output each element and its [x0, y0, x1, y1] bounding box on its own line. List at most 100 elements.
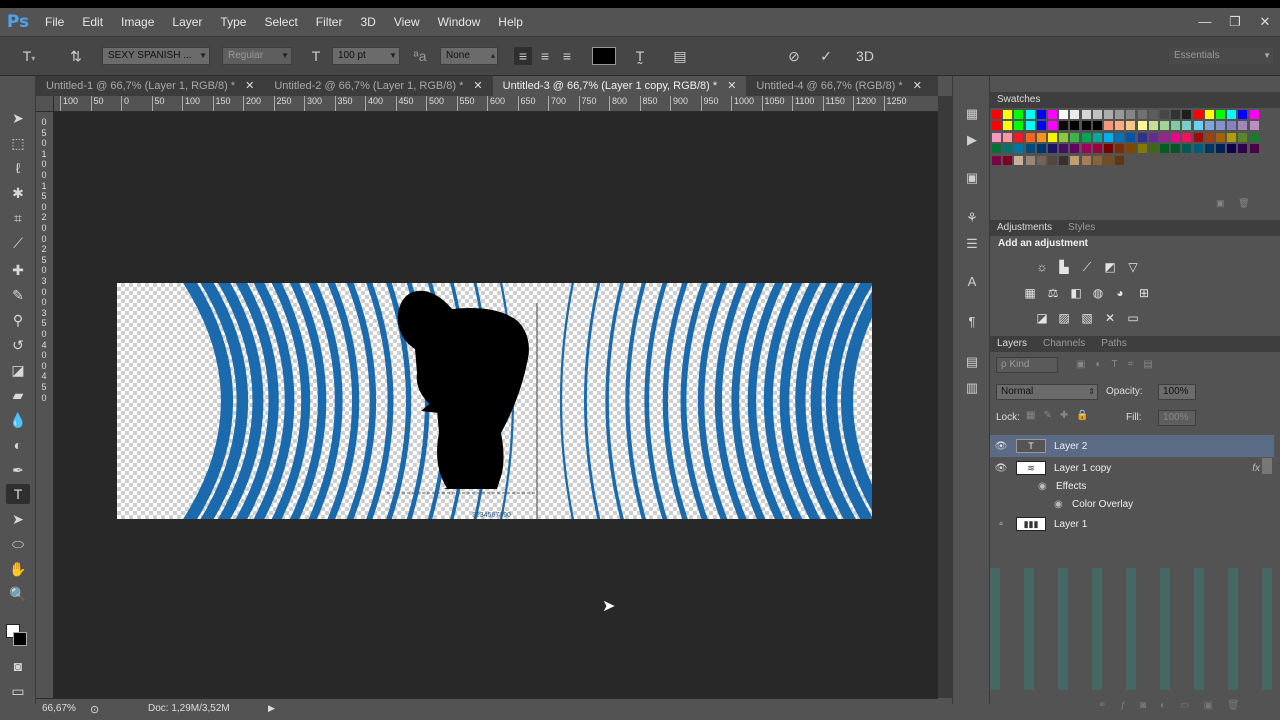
color-swatch[interactable] — [1171, 110, 1182, 120]
marquee-tool-icon[interactable]: ⬚ — [6, 133, 30, 153]
color-swatch[interactable] — [1036, 144, 1047, 155]
color-swatch[interactable] — [1070, 110, 1081, 120]
type-tool-icon[interactable]: T — [6, 484, 30, 504]
quick-select-tool-icon[interactable]: ✱ — [6, 183, 30, 203]
color-swatch[interactable] — [1070, 132, 1081, 143]
color-swatch[interactable] — [1014, 110, 1025, 120]
color-swatch[interactable] — [1003, 132, 1014, 143]
color-swatch[interactable] — [1126, 121, 1137, 132]
color-swatch[interactable] — [1249, 121, 1260, 132]
color-swatch[interactable] — [1070, 155, 1081, 166]
eye-icon[interactable]: 👁 — [990, 463, 1012, 474]
black-white-icon[interactable]: ◧ — [1068, 286, 1084, 300]
color-swatch[interactable] — [1003, 144, 1014, 155]
color-swatch[interactable] — [1160, 132, 1170, 143]
document-canvas[interactable]: 3234567890 — [117, 283, 872, 519]
horizontal-ruler[interactable]: 100 50 0 50 100 150 200 250 300 350 400 450 500 550 60… — [54, 96, 938, 112]
color-swatch[interactable] — [992, 110, 1002, 120]
invert-icon[interactable]: ◪ — [1034, 311, 1050, 325]
vertical-ruler[interactable]: 050100150200250300350400450 — [36, 112, 54, 698]
color-swatch[interactable] — [1171, 121, 1182, 132]
color-swatch[interactable] — [1171, 144, 1182, 155]
info-panel-icon[interactable]: ▤ — [962, 352, 982, 372]
menu-layer[interactable]: Layer — [163, 8, 211, 36]
move-tool-icon[interactable]: ➤ — [6, 108, 30, 128]
color-swatch[interactable] — [1137, 132, 1148, 143]
history-panel-icon[interactable]: ▦ — [962, 104, 982, 124]
align-right-icon[interactable]: ≡ — [558, 47, 576, 65]
color-swatch[interactable] — [992, 132, 1002, 143]
tab-swatches[interactable]: Swatches — [997, 92, 1040, 108]
warp-text-icon[interactable]: T̰ — [630, 47, 650, 65]
color-swatch[interactable] — [1048, 144, 1058, 155]
brush-panel-icon[interactable]: ⚘ — [962, 208, 982, 228]
crop-tool-icon[interactable]: ⌗ — [6, 208, 30, 228]
properties-panel-icon[interactable]: ▣ — [962, 168, 982, 188]
background-color-swatch[interactable] — [13, 632, 27, 646]
color-swatch[interactable] — [1104, 110, 1114, 120]
menu-window[interactable]: Window — [429, 8, 490, 36]
vertical-scrollbar[interactable] — [938, 96, 952, 698]
color-swatch[interactable] — [1104, 144, 1114, 155]
color-swatch[interactable] — [1193, 144, 1204, 155]
color-swatch[interactable] — [1048, 155, 1058, 166]
color-swatch[interactable] — [1249, 132, 1260, 143]
restore-button[interactable]: ❐ — [1220, 8, 1250, 36]
color-swatch[interactable] — [1059, 132, 1070, 143]
eye-icon[interactable]: ◉ — [1054, 499, 1072, 510]
color-swatch[interactable] — [1238, 110, 1249, 120]
menu-help[interactable]: Help — [489, 8, 532, 36]
color-swatch[interactable] — [1204, 121, 1215, 132]
color-swatch[interactable] — [1182, 132, 1193, 143]
text-color-swatch[interactable] — [592, 47, 616, 65]
color-swatch[interactable] — [1092, 144, 1103, 155]
color-swatch[interactable] — [1204, 144, 1215, 155]
color-swatch[interactable] — [1193, 110, 1204, 120]
photo-filter-icon[interactable]: ◍ — [1090, 286, 1106, 300]
pen-tool-icon[interactable]: ✒ — [6, 460, 30, 480]
close-icon[interactable]: ✕ — [245, 76, 254, 96]
menu-image[interactable]: Image — [112, 8, 163, 36]
color-swatch[interactable] — [1115, 144, 1126, 155]
ruler-origin[interactable] — [36, 96, 54, 112]
color-swatch[interactable] — [1148, 132, 1159, 143]
tab-styles[interactable]: Styles — [1068, 220, 1095, 236]
color-swatch[interactable] — [1137, 121, 1148, 132]
color-swatch[interactable] — [1025, 110, 1036, 120]
tab-untitled-3[interactable]: Untitled-3 @ 66,7% (Layer 1 copy, RGB/8)… — [492, 76, 747, 96]
color-swatch[interactable] — [1137, 110, 1148, 120]
color-swatch[interactable] — [1216, 121, 1226, 132]
hand-tool-icon[interactable]: ✋ — [6, 559, 30, 579]
zoom-tool-icon[interactable]: 🔍 — [6, 584, 30, 604]
color-swatch[interactable] — [1036, 132, 1047, 143]
color-swatch[interactable] — [1115, 121, 1126, 132]
font-size-select[interactable]: 100 pt ▼ — [332, 47, 400, 65]
color-swatch[interactable] — [1025, 132, 1036, 143]
color-swatch[interactable] — [992, 155, 1002, 166]
font-family-select[interactable]: SEXY SPANISH ... ▼ — [102, 47, 210, 65]
color-swatch[interactable] — [1003, 121, 1014, 132]
color-swatch[interactable] — [1025, 155, 1036, 166]
layers-footer-icons[interactable]: ⚭ƒ◙◐▭▣🗑 — [1098, 700, 1254, 711]
fx-icon[interactable]: fx — [1252, 463, 1260, 474]
status-info-icon[interactable]: ⊙ — [90, 703, 99, 716]
color-swatch[interactable] — [1014, 121, 1025, 132]
color-swatch[interactable] — [1160, 110, 1170, 120]
opacity-input[interactable]: 100% — [1158, 384, 1196, 400]
layer-row-layer-1[interactable]: ▫ ▮▮▮ Layer 1 — [990, 513, 1274, 535]
color-swatch[interactable] — [1160, 121, 1170, 132]
menu-filter[interactable]: Filter — [307, 8, 352, 36]
workspace-select[interactable]: Essentials ▼ — [1168, 47, 1274, 65]
color-swatch[interactable] — [1081, 132, 1092, 143]
color-swatch[interactable] — [1204, 132, 1215, 143]
brush-tool-icon[interactable]: ✎ — [6, 285, 30, 305]
gradient-map-icon[interactable]: ▭ — [1125, 311, 1141, 325]
actions-panel-icon[interactable]: ▶ — [962, 130, 982, 150]
tab-layers[interactable]: Layers — [997, 336, 1027, 352]
history-brush-tool-icon[interactable]: ↺ — [6, 335, 30, 355]
brightness-contrast-icon[interactable]: ☼ — [1034, 260, 1050, 274]
menu-select[interactable]: Select — [255, 8, 306, 36]
tab-paths[interactable]: Paths — [1101, 336, 1127, 352]
brush-presets-icon[interactable]: ☰ — [962, 234, 982, 254]
notes-panel-icon[interactable]: ▥ — [962, 378, 982, 398]
